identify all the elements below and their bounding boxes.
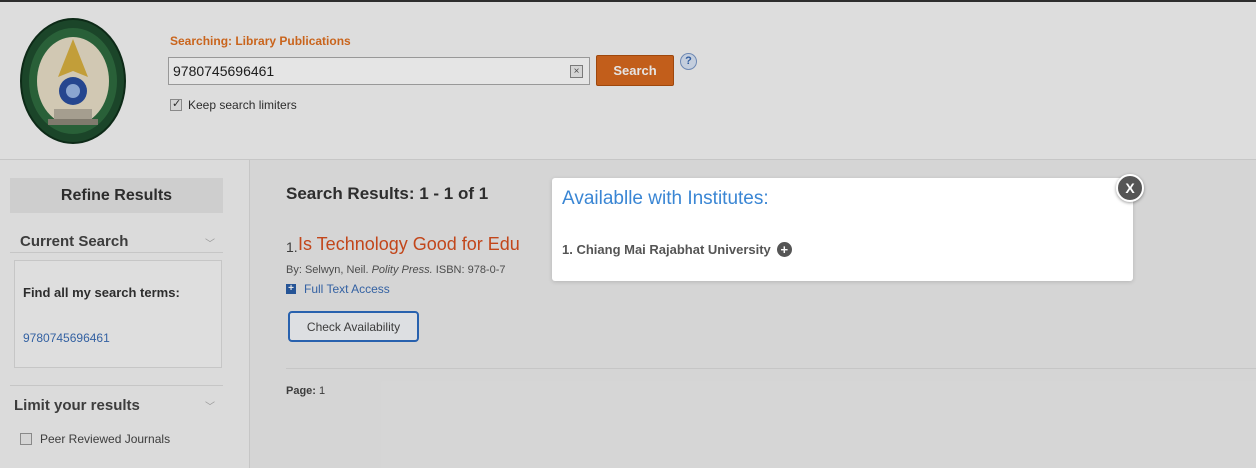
institute-row[interactable]: 1. Chiang Mai Rajabhat University + [562,242,792,257]
modal-title: Availablle with Institutes: [562,188,769,209]
availability-modal: Availablle with Institutes: 1. Chiang Ma… [552,178,1133,281]
institute-name: 1. Chiang Mai Rajabhat University [562,242,771,257]
close-modal-button[interactable]: X [1116,174,1144,202]
expand-plus-icon[interactable]: + [776,242,792,257]
